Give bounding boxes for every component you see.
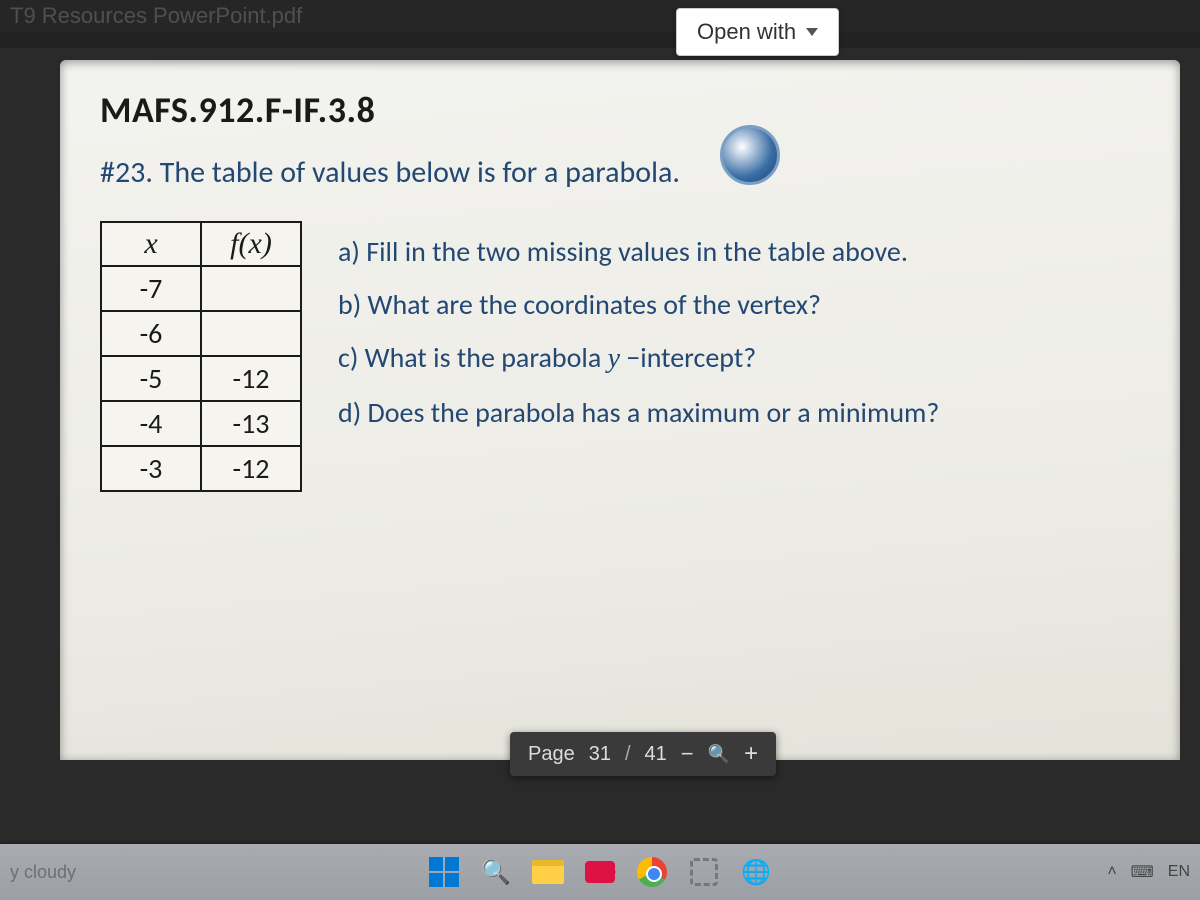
doc-viewer-toolbar (0, 0, 1200, 48)
open-with-label: Open with (697, 19, 796, 45)
pdf-page-toolbar: Page 31 / 41 − 🔍 + (510, 732, 776, 776)
chrome-icon (637, 857, 667, 887)
snipping-tool-button[interactable] (687, 855, 721, 889)
cell-fx: -12 (201, 356, 301, 401)
cell-x: -4 (101, 401, 201, 446)
snip-icon (690, 858, 718, 886)
cell-x: -7 (101, 266, 201, 311)
question-stem: #23. The table of values below is for a … (100, 154, 1140, 191)
camera-icon (585, 861, 615, 883)
windows-start-button[interactable] (427, 855, 461, 889)
search-button[interactable]: 🔍 (479, 855, 513, 889)
content-row: x f(x) -7 -6 -5 -12 -4 -13 (100, 221, 1140, 492)
taskbar: y cloudy 🔍 🌐 ˄ ⌨ EN (0, 844, 1200, 900)
cell-fx (201, 311, 301, 356)
school-logo-icon (720, 125, 780, 185)
open-with-button[interactable]: Open with (676, 8, 839, 56)
zoom-in-button[interactable]: + (744, 740, 758, 768)
taskbar-right: ˄ ⌨ EN (1107, 862, 1190, 882)
camera-app-button[interactable] (583, 855, 617, 889)
page-sep: / (625, 743, 631, 766)
keyboard-icon[interactable]: ⌨ (1131, 862, 1154, 882)
subpart-a: a) Fill in the two missing values in the… (338, 225, 939, 278)
language-indicator[interactable]: EN (1168, 863, 1190, 881)
standard-code: MAFS.912.F-IF.3.8 (100, 88, 1140, 132)
table-header-row: x f(x) (101, 222, 301, 266)
tray-chevron-icon[interactable]: ˄ (1107, 863, 1116, 881)
cell-fx (201, 266, 301, 311)
table-row: -3 -12 (101, 446, 301, 491)
table-row: -4 -13 (101, 401, 301, 446)
page-current[interactable]: 31 (589, 743, 611, 766)
cell-x: -5 (101, 356, 201, 401)
subpart-d: d) Does the parabola has a maximum or a … (338, 386, 939, 439)
subpart-b: b) What are the coordinates of the verte… (338, 278, 939, 331)
cell-fx: -12 (201, 446, 301, 491)
subpart-c-var: y (608, 343, 620, 374)
subpart-c-pre: c) What is the parabola (338, 340, 608, 375)
search-icon: 🔍 (481, 858, 511, 887)
app-button[interactable]: 🌐 (739, 855, 773, 889)
col-header-x: x (101, 222, 201, 266)
table-row: -5 -12 (101, 356, 301, 401)
page-total: 41 (645, 743, 667, 766)
slide-content: MAFS.912.F-IF.3.8 #23. The table of valu… (60, 60, 1180, 760)
file-explorer-button[interactable] (531, 855, 565, 889)
values-table: x f(x) -7 -6 -5 -12 -4 -13 (100, 221, 302, 492)
globe-icon: 🌐 (741, 858, 771, 887)
screen: T9 Resources PowerPoint.pdf Open with MA… (0, 0, 1200, 860)
taskbar-center: 🔍 🌐 (427, 855, 773, 889)
chevron-down-icon (806, 28, 818, 36)
cell-fx: -13 (201, 401, 301, 446)
windows-logo-icon (429, 857, 459, 887)
subpart-c-post: −intercept? (620, 340, 756, 375)
subparts: a) Fill in the two missing values in the… (338, 221, 939, 439)
table-row: -6 (101, 311, 301, 356)
col-header-fx: f(x) (201, 222, 301, 266)
zoom-icon[interactable]: 🔍 (708, 744, 730, 765)
zoom-out-button[interactable]: − (681, 741, 694, 767)
cell-x: -3 (101, 446, 201, 491)
table-row: -7 (101, 266, 301, 311)
taskbar-weather[interactable]: y cloudy (10, 862, 76, 883)
folder-icon (532, 860, 564, 884)
page-label: Page (528, 743, 575, 766)
subpart-c: c) What is the parabola y −intercept? (338, 331, 939, 385)
cell-x: -6 (101, 311, 201, 356)
chrome-button[interactable] (635, 855, 669, 889)
